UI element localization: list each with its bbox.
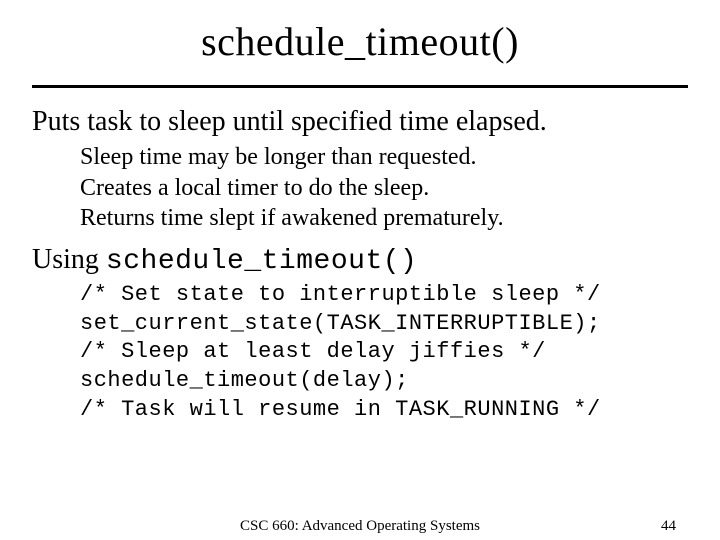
- code-line-1: /* Set state to interruptible sleep */: [80, 282, 601, 307]
- footer-course: CSC 660: Advanced Operating Systems: [0, 518, 720, 535]
- sub-line-2: Creates a local timer to do the sleep.: [80, 173, 688, 204]
- code-block: /* Set state to interruptible sleep */ s…: [80, 281, 688, 424]
- using-line: Using schedule_timeout(): [32, 244, 688, 277]
- slide: schedule_timeout() Puts task to sleep un…: [0, 0, 720, 540]
- sub-line-3: Returns time slept if awakened premature…: [80, 203, 688, 234]
- code-line-3: /* Sleep at least delay jiffies */: [80, 339, 546, 364]
- code-line-2: set_current_state(TASK_INTERRUPTIBLE);: [80, 311, 601, 336]
- title-rule: [32, 85, 688, 88]
- lead-line: Puts task to sleep until specified time …: [32, 106, 688, 138]
- sub-line-1: Sleep time may be longer than requested.: [80, 142, 688, 173]
- footer-page-number: 44: [661, 518, 676, 535]
- code-line-5: /* Task will resume in TASK_RUNNING */: [80, 397, 601, 422]
- using-prefix: Using: [32, 244, 106, 275]
- slide-title: schedule_timeout(): [32, 18, 688, 71]
- using-fn: schedule_timeout(): [106, 246, 417, 277]
- code-line-4: schedule_timeout(delay);: [80, 368, 409, 393]
